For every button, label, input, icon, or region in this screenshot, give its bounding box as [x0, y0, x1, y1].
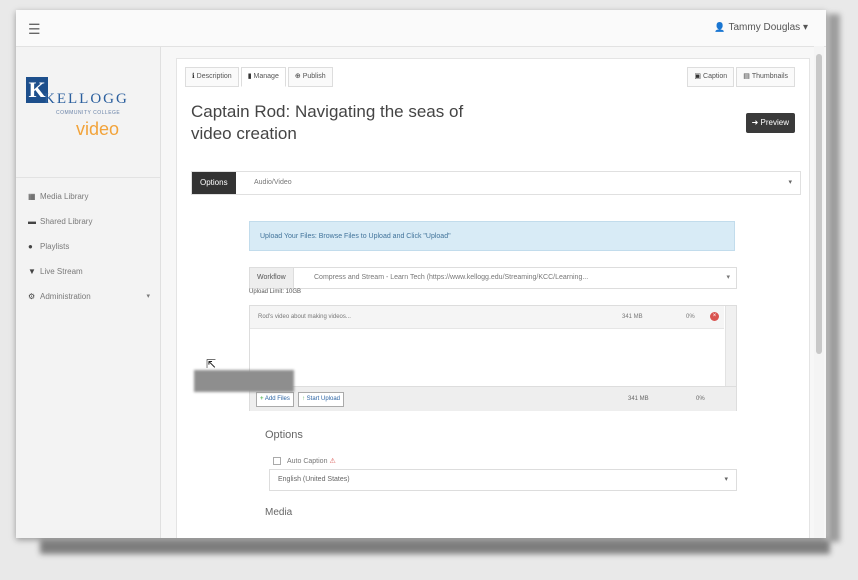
upload-limit: Upload Limit: 10GB	[249, 289, 302, 295]
logo-subtitle: COMMUNITY COLLEGE	[56, 110, 121, 116]
plus-icon: +	[260, 396, 264, 402]
warning-icon: ⚠	[329, 458, 336, 465]
tab-bar: ℹ Description ▮ Manage ⊕ Publish	[185, 65, 335, 87]
chevron-down-icon: ▾	[146, 293, 150, 300]
redacted-region	[194, 370, 294, 392]
info-icon: ℹ	[192, 73, 195, 80]
auto-caption-checkbox[interactable]	[273, 457, 281, 466]
settings-icon: ⚙	[28, 292, 36, 301]
sidebar-item-label: Shared Library	[40, 217, 93, 226]
chevron-down-icon: ▾	[724, 476, 728, 483]
tab-caption[interactable]: ▣ Caption	[687, 67, 735, 87]
broadcast-icon: ▼	[28, 267, 36, 276]
sidebar-item-media-library[interactable]: ▦ Media Library	[16, 185, 160, 210]
options-heading: Options	[265, 429, 303, 441]
workflow-select[interactable]: Workflow Compress and Stream - Learn Tec…	[249, 267, 737, 289]
preview-label: Preview	[760, 118, 789, 127]
folder-icon: ▬	[28, 217, 36, 226]
sidebar-item-playlists[interactable]: ● Playlists	[16, 235, 160, 260]
workflow-value: Compress and Stream - Learn Tech (https:…	[314, 274, 589, 281]
auto-caption-label: Auto Caption	[287, 458, 328, 465]
sidebar-item-label: Media Library	[40, 192, 89, 201]
logo-product: video	[76, 119, 120, 139]
scrollbar-thumb[interactable]	[816, 54, 822, 354]
sidebar: K KELLOGG COMMUNITY COLLEGE video ▦ Media…	[16, 47, 161, 538]
section-select-value: Audio/Video	[254, 179, 292, 186]
total-percent: 0%	[696, 396, 705, 402]
user-icon: 👤	[714, 22, 726, 32]
user-name: Tammy Douglas	[728, 22, 801, 33]
globe-icon: ⊕	[294, 73, 301, 80]
sidebar-item-label: Administration	[40, 292, 91, 301]
sidebar-item-shared-library[interactable]: ▬ Shared Library	[16, 210, 160, 235]
tab-label: Caption	[703, 73, 728, 80]
preview-button[interactable]: ➜ Preview	[745, 113, 795, 133]
play-icon: ●	[28, 242, 33, 251]
file-percent: 0%	[686, 314, 695, 320]
language-select[interactable]: English (United States) ▾	[269, 469, 737, 491]
options-button[interactable]: Options	[192, 172, 236, 194]
auto-caption-option[interactable]: Auto Caption ⚠	[273, 457, 336, 466]
logo-name: KELLOGG	[44, 91, 129, 107]
start-upload-label: Start Upload	[306, 396, 341, 402]
tab-bar-right: ▣ Caption ▤ Thumbnails	[687, 65, 797, 87]
file-queue-scrollbar[interactable]	[725, 306, 736, 386]
tab-label: Publish	[302, 73, 326, 80]
file-row: Rod's video about making videos... 341 M…	[250, 306, 724, 329]
tab-thumbnails[interactable]: ▤ Thumbnails	[736, 67, 795, 87]
grid-icon: ▦	[28, 192, 36, 201]
main-panel: ℹ Description ▮ Manage ⊕ Publish ▣ Caption ▤…	[176, 58, 810, 538]
tab-publish[interactable]: ⊕ Publish	[287, 67, 333, 87]
user-menu[interactable]: 👤 Tammy Douglas ▾	[714, 22, 808, 33]
page-title: Captain Rod: Navigating the seas of vide…	[191, 102, 464, 143]
kellogg-logo[interactable]: K KELLOGG COMMUNITY COLLEGE video	[26, 77, 151, 157]
window-shadow-bottom	[40, 540, 830, 554]
browser-window: ☰ 👤 Tammy Douglas ▾ K KELLOGG COMMUNITY C…	[16, 10, 826, 538]
add-files-button[interactable]: + Add Files	[256, 392, 294, 407]
start-upload-button[interactable]: ↑ Start Upload	[298, 392, 345, 407]
upload-arrow-icon: ↑	[302, 396, 305, 402]
sidebar-item-label: Live Stream	[40, 267, 83, 276]
mouse-cursor-icon: ⇱	[206, 357, 217, 371]
hamburger-icon[interactable]: ☰	[28, 21, 41, 38]
language-value: English (United States)	[278, 476, 350, 483]
sidebar-item-live-stream[interactable]: ▼ Live Stream	[16, 260, 160, 285]
file-size: 341 MB	[622, 314, 643, 320]
image-icon: ▤	[743, 73, 750, 80]
section-select[interactable]: Options Audio/Video ▾	[191, 171, 801, 195]
add-files-label: Add Files	[264, 396, 290, 402]
tab-label: Thumbnails	[751, 73, 788, 80]
total-size: 341 MB	[628, 396, 649, 402]
remove-file-icon[interactable]: ×	[710, 312, 719, 321]
media-heading: Media	[265, 507, 293, 518]
sidebar-item-label: Playlists	[40, 242, 70, 251]
window-shadow-right	[828, 14, 840, 542]
file-queue: Rod's video about making videos... 341 M…	[249, 305, 737, 411]
sidebar-divider	[16, 177, 160, 178]
chevron-down-icon: ▾	[726, 274, 730, 281]
sidebar-item-administration[interactable]: ⚙ Administration ▾	[16, 285, 160, 310]
file-name: Rod's video about making videos...	[258, 314, 351, 320]
tab-label: Manage	[253, 73, 279, 80]
tab-manage[interactable]: ▮ Manage	[240, 67, 286, 87]
upload-info-alert: Upload Your Files: Browse Files to Uploa…	[249, 221, 735, 251]
file-queue-footer: + Add Files ↑ Start Upload 341 MB 0%	[250, 386, 736, 411]
chevron-down-icon: ▾	[802, 22, 808, 33]
top-bar: ☰ 👤 Tammy Douglas ▾	[16, 10, 826, 47]
sidebar-nav: ▦ Media Library ▬ Shared Library ● Playlist…	[16, 185, 160, 310]
workflow-label: Workflow	[250, 268, 294, 288]
chevron-down-icon: ▾	[788, 179, 792, 186]
tab-label: Description	[196, 73, 232, 80]
file-icon: ▮	[247, 73, 252, 80]
caption-icon: ▣	[694, 73, 702, 80]
tab-description[interactable]: ℹ Description	[185, 67, 239, 87]
arrow-right-icon: ➜	[751, 118, 761, 127]
page-scrollbar[interactable]	[814, 46, 824, 538]
